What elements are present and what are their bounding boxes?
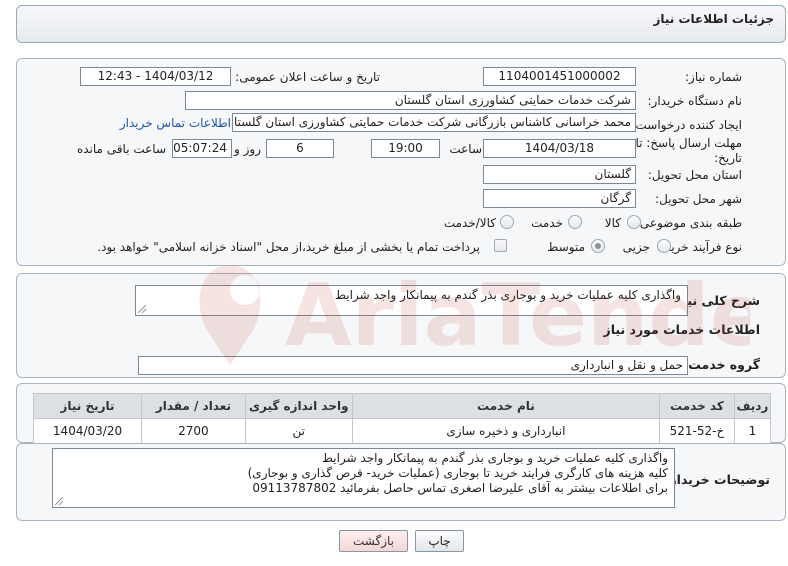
deadline-time-field: 19:00 xyxy=(371,139,440,158)
table-row: 1 خ-52-521 انبارداری و ذخیره سازی تن 270… xyxy=(32,418,772,444)
province-label: استان محل تحویل: xyxy=(647,168,742,182)
col-header-need-date: تاریخ نیاز xyxy=(32,393,143,419)
need-number-field: 1104001451000002 xyxy=(483,67,636,86)
city-label: شهر محل تحویل: xyxy=(655,192,742,206)
services-section-title: اطلاعات خدمات مورد نیاز xyxy=(603,322,761,337)
cell-quantity: 2700 xyxy=(141,418,246,444)
page-title: جزئیات اطلاعات نیاز xyxy=(653,12,774,26)
col-header-service-code: کد خدمت xyxy=(659,393,735,419)
service-group-field: حمل و نقل و انبارداری xyxy=(138,356,688,375)
process-radio-minor[interactable] xyxy=(657,239,671,253)
cell-need-date: 1404/03/20 xyxy=(32,418,143,444)
col-header-unit: واحد اندازه گیری xyxy=(244,393,353,419)
process-option-minor: جزیی xyxy=(622,240,650,254)
remaining-time-field: 05:07:24 xyxy=(172,139,232,158)
back-button[interactable]: بازگشت xyxy=(339,530,408,552)
col-header-row-number: ردیف xyxy=(733,393,772,419)
cell-unit: تن xyxy=(244,418,353,444)
buyer-notes-line-1: واگذاری کلیه عملیات خرید و بوجاری بذر گن… xyxy=(321,451,668,465)
table-header-row: ردیف کد خدمت نام خدمت واحد اندازه گیری ت… xyxy=(32,393,772,419)
need-info-panel xyxy=(16,58,786,266)
buyer-org-label: نام دستگاه خریدار: xyxy=(647,94,743,108)
buyer-notes-textarea[interactable]: واگذاری کلیه عملیات خرید و بوجاری بذر گن… xyxy=(52,448,675,508)
remaining-days-field: 6 xyxy=(266,139,334,158)
remaining-label: ساعت باقی مانده xyxy=(76,142,166,156)
deadline-label: مهلت ارسال پاسخ: تا xyxy=(635,136,742,150)
category-radio-goods[interactable] xyxy=(627,215,641,229)
col-header-service-name: نام خدمت xyxy=(351,393,661,419)
buyer-org-field: شرکت خدمات حمایتی کشاورزی استان گلستان xyxy=(185,91,636,110)
buyer-notes-line-3: برای اطلاعات بیشتر به آقای علیرضا اصغری … xyxy=(252,481,668,495)
deadline-label-date: تاریخ: xyxy=(714,151,742,165)
print-button[interactable]: چاپ xyxy=(415,530,464,552)
buyer-notes-label: توضیحات خریدار: xyxy=(664,472,770,487)
treasury-note: پرداخت تمام یا بخشی از مبلغ خرید،از محل … xyxy=(97,240,480,254)
description-text: واگذاری کلیه عملیات خرید و بوجاری بذر گن… xyxy=(334,288,681,302)
days-label: روز و xyxy=(234,142,261,156)
cell-service-name: انبارداری و ذخیره سازی xyxy=(351,418,661,444)
deadline-time-label: ساعت xyxy=(449,142,482,156)
province-field: گلستان xyxy=(483,165,636,184)
category-label: طبقه بندی موضوعی: xyxy=(635,216,742,230)
need-number-label: شماره نیاز: xyxy=(685,70,742,84)
resize-grip-icon[interactable] xyxy=(55,497,63,505)
cell-row-number: 1 xyxy=(733,418,772,444)
category-radio-service[interactable] xyxy=(568,215,582,229)
city-field: گرگان xyxy=(483,189,636,208)
announce-label: تاریخ و ساعت اعلان عمومی: xyxy=(235,70,380,84)
category-radio-both[interactable] xyxy=(500,215,514,229)
service-group-label: گروه خدمت: xyxy=(683,357,760,372)
process-radio-medium[interactable] xyxy=(591,239,605,253)
category-option-both: کالا/خدمت xyxy=(443,216,496,230)
services-table: ردیف کد خدمت نام خدمت واحد اندازه گیری ت… xyxy=(32,393,772,444)
category-option-service: خدمت xyxy=(531,216,563,230)
resize-grip-icon[interactable] xyxy=(138,305,146,313)
buyer-notes-line-2: کلیه هزینه های کارگری فرایند خرید تا بوج… xyxy=(247,466,668,480)
treasury-checkbox[interactable] xyxy=(494,239,507,252)
col-header-quantity: تعداد / مقدار xyxy=(141,393,246,419)
announce-field: 1404/03/12 - 12:43 xyxy=(80,67,231,86)
creator-label: ایجاد کننده درخواست: xyxy=(631,118,742,132)
process-option-medium: متوسط xyxy=(547,240,585,254)
creator-field: محمد خراسانی کاشناس بازرگانی شرکت خدمات … xyxy=(232,113,636,132)
deadline-date-field: 1404/03/18 xyxy=(483,139,636,158)
category-option-goods: کالا xyxy=(604,216,621,230)
description-textarea[interactable]: واگذاری کلیه عملیات خرید و بوجاری بذر گن… xyxy=(135,285,688,316)
cell-service-code: خ-52-521 xyxy=(659,418,735,444)
contact-info-link[interactable]: اطلاعات تماس خریدار xyxy=(120,116,231,130)
